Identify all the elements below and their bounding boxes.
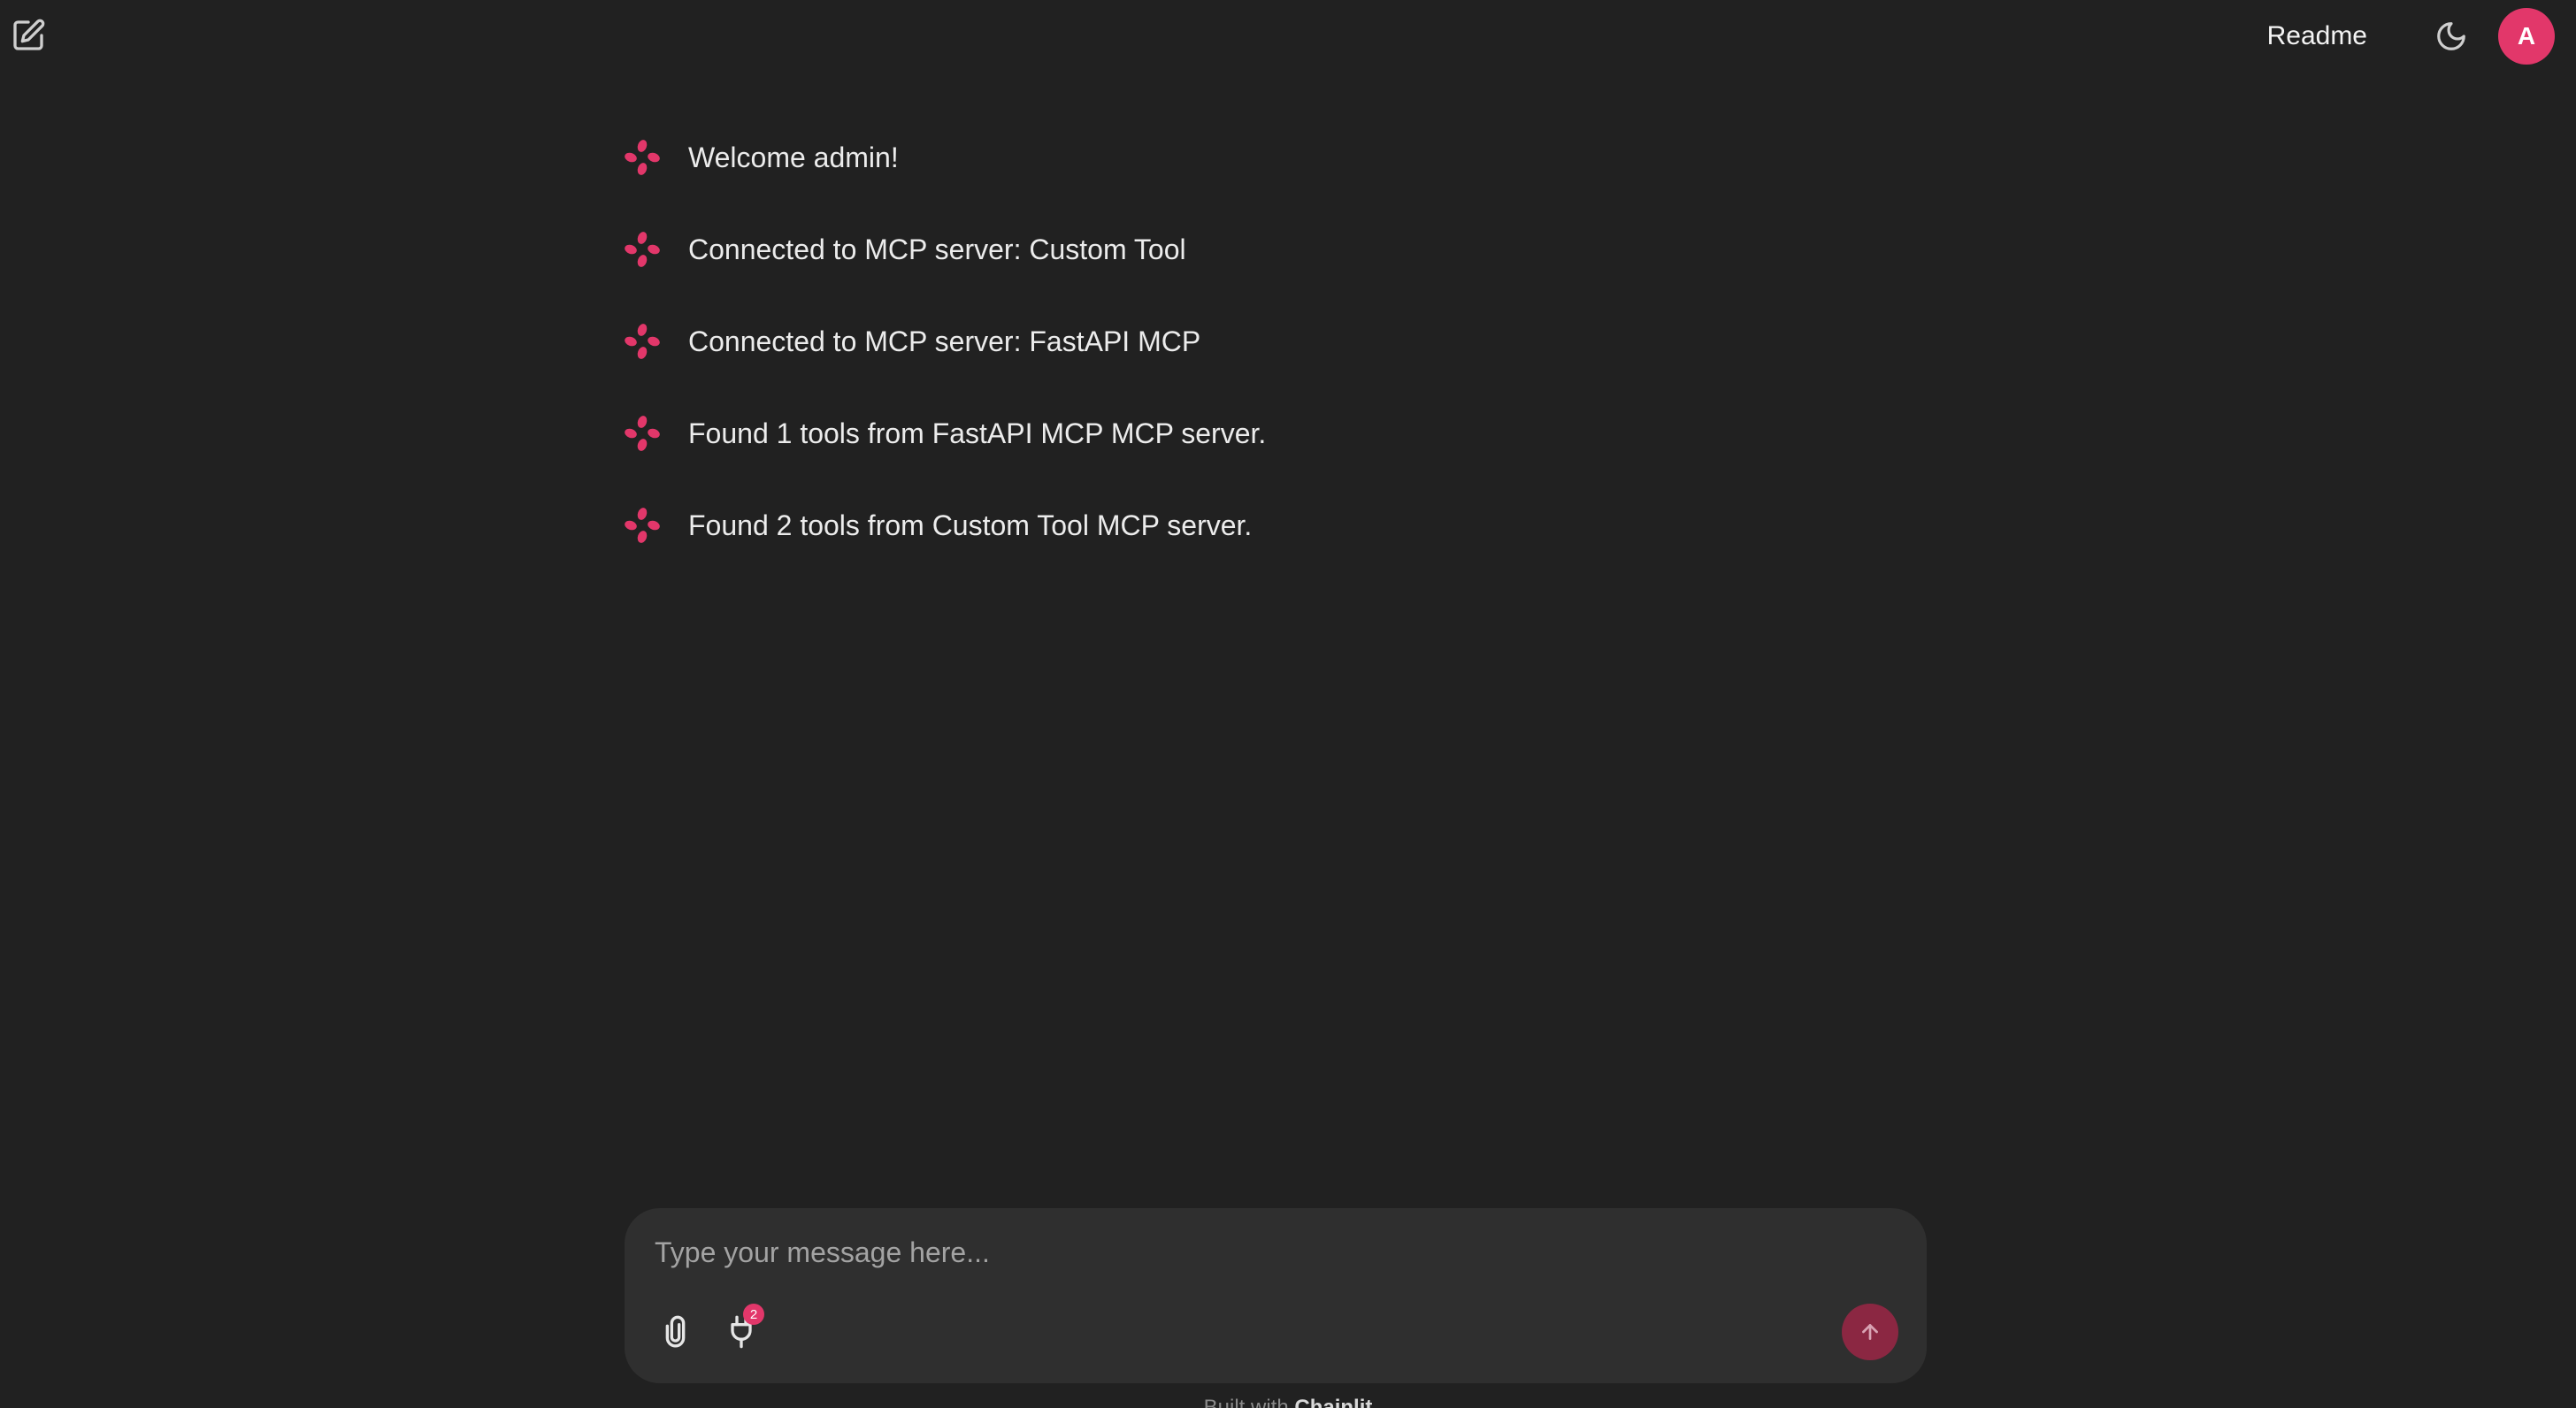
- message-item: Connected to MCP server: FastAPI MCP: [623, 317, 1928, 366]
- theme-toggle-button[interactable]: [2429, 14, 2473, 58]
- chainlit-logo-icon: [625, 324, 660, 359]
- readme-button[interactable]: Readme: [2267, 21, 2367, 51]
- mcp-count-badge: 2: [743, 1304, 764, 1325]
- message-text: Connected to MCP server: Custom Tool: [688, 233, 1186, 265]
- mcp-count: 2: [749, 1306, 758, 1322]
- built-with-footer[interactable]: Built with Chainlit: [0, 1396, 2576, 1408]
- footer-brand: Chainlit: [1294, 1396, 1373, 1408]
- attach-file-button[interactable]: [653, 1307, 702, 1357]
- header-actions: Readme A: [2267, 8, 2555, 65]
- message-text: Found 1 tools from FastAPI MCP MCP serve…: [688, 417, 1267, 449]
- new-chat-button[interactable]: [9, 16, 48, 55]
- message-item: Found 2 tools from Custom Tool MCP serve…: [623, 501, 1928, 550]
- message-text: Connected to MCP server: FastAPI MCP: [688, 325, 1201, 357]
- user-avatar[interactable]: A: [2498, 8, 2555, 65]
- chainlit-logo-icon: [625, 508, 660, 543]
- avatar-initial: A: [2517, 22, 2536, 50]
- chat-page: Readme A Welcome admin! Connected to MCP…: [0, 0, 2576, 1408]
- edit-icon: [13, 19, 45, 50]
- message-item: Welcome admin!: [623, 133, 1928, 182]
- chainlit-logo-icon: [625, 140, 660, 175]
- message-text: Found 2 tools from Custom Tool MCP serve…: [688, 509, 1253, 541]
- message-composer: 2: [625, 1208, 1927, 1383]
- message-item: Found 1 tools from FastAPI MCP MCP serve…: [623, 409, 1928, 458]
- message-list: Welcome admin! Connected to MCP server: …: [623, 133, 1928, 593]
- message-item: Connected to MCP server: Custom Tool: [623, 225, 1928, 274]
- message-input[interactable]: [653, 1229, 1877, 1275]
- send-button[interactable]: [1842, 1304, 1898, 1360]
- arrow-up-icon: [1862, 1324, 1878, 1340]
- chainlit-logo-icon: [625, 232, 660, 267]
- paperclip-icon: [665, 1315, 686, 1348]
- chainlit-logo-icon: [625, 416, 660, 451]
- footer-prefix: Built with: [1203, 1396, 1289, 1408]
- message-text: Welcome admin!: [688, 141, 899, 173]
- moon-icon: [2437, 22, 2465, 50]
